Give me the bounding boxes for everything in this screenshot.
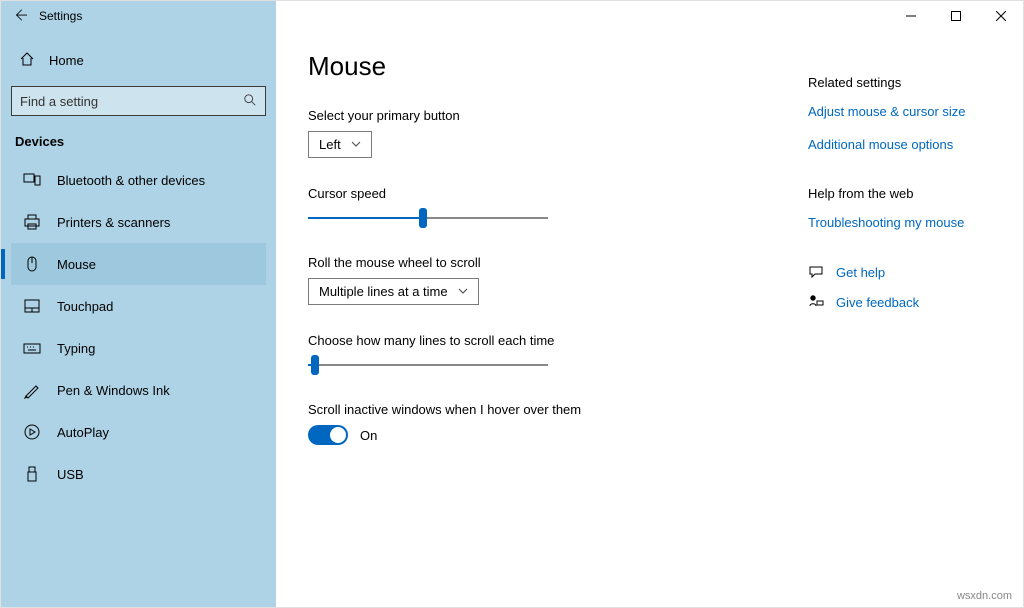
cursor-speed-slider[interactable] [308,209,548,227]
sidebar-item-usb[interactable]: USB [11,453,266,495]
touchpad-icon [23,297,41,315]
sidebar-item-pen[interactable]: Pen & Windows Ink [11,369,266,411]
printer-icon [23,213,41,231]
wheel-scroll-dropdown[interactable]: Multiple lines at a time [308,278,479,305]
sidebar-item-label: Touchpad [57,299,113,314]
close-button[interactable] [978,1,1023,31]
home-label: Home [49,53,84,68]
autoplay-icon [23,423,41,441]
primary-button-label: Select your primary button [308,108,778,123]
sidebar-item-label: Printers & scanners [57,215,170,230]
sidebar-item-label: Bluetooth & other devices [57,173,205,188]
feedback-label: Give feedback [836,295,919,310]
sidebar-item-typing[interactable]: Typing [11,327,266,369]
sidebar-item-mouse[interactable]: Mouse [11,243,266,285]
primary-button-dropdown[interactable]: Left [308,131,372,158]
category-label: Devices [11,116,266,159]
feedback-icon [808,294,824,310]
sidebar-item-label: USB [57,467,84,482]
cursor-speed-label: Cursor speed [308,186,778,201]
search-icon [243,93,257,110]
sidebar-item-touchpad[interactable]: Touchpad [11,285,266,327]
watermark: wsxdn.com [957,590,1012,602]
related-panel: Related settings Adjust mouse & cursor s… [808,51,993,587]
lines-scroll-label: Choose how many lines to scroll each tim… [308,333,778,348]
sidebar-item-autoplay[interactable]: AutoPlay [11,411,266,453]
inactive-scroll-toggle[interactable] [308,425,348,445]
sidebar-item-bluetooth[interactable]: Bluetooth & other devices [11,159,266,201]
home-icon [19,51,35,70]
related-heading: Related settings [808,75,993,90]
search-input[interactable] [20,94,243,109]
wheel-scroll-label: Roll the mouse wheel to scroll [308,255,778,270]
chevron-down-icon [458,284,468,299]
minimize-button[interactable] [888,1,933,31]
home-link[interactable]: Home [11,41,266,80]
link-troubleshoot-mouse[interactable]: Troubleshooting my mouse [808,215,993,230]
get-help-link[interactable]: Get help [808,264,993,280]
sidebar-item-label: AutoPlay [57,425,109,440]
chevron-down-icon [351,137,361,152]
help-heading: Help from the web [808,186,993,201]
sidebar: Home Devices Bluetooth & other devices P… [1,31,276,607]
dropdown-value: Left [319,137,341,152]
sidebar-item-label: Mouse [57,257,96,272]
pen-icon [23,381,41,399]
sidebar-item-label: Pen & Windows Ink [57,383,170,398]
link-additional-mouse-options[interactable]: Additional mouse options [808,137,993,152]
mouse-icon [23,255,41,273]
maximize-button[interactable] [933,1,978,31]
get-help-label: Get help [836,265,885,280]
titlebar: Settings [1,1,1023,31]
sidebar-item-printers[interactable]: Printers & scanners [11,201,266,243]
link-adjust-mouse-cursor[interactable]: Adjust mouse & cursor size [808,104,993,119]
back-button[interactable] [13,8,27,25]
window-title: Settings [39,9,82,23]
dropdown-value: Multiple lines at a time [319,284,448,299]
page-title: Mouse [308,51,778,82]
keyboard-icon [23,339,41,357]
inactive-scroll-label: Scroll inactive windows when I hover ove… [308,402,778,417]
search-box[interactable] [11,86,266,116]
usb-icon [23,465,41,483]
chat-icon [808,264,824,280]
give-feedback-link[interactable]: Give feedback [808,294,993,310]
sidebar-item-label: Typing [57,341,95,356]
devices-icon [23,171,41,189]
lines-scroll-slider[interactable] [308,356,548,374]
main-content: Mouse Select your primary button Left Cu… [308,51,778,587]
toggle-state: On [360,428,377,443]
